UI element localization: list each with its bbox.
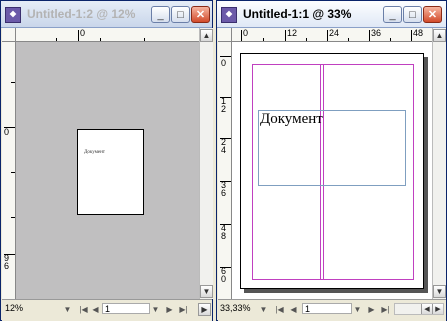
maximize-button[interactable]: □ [403, 6, 422, 23]
chevron-down-icon: ▼ [259, 305, 268, 314]
page-text: Документ [84, 150, 105, 155]
ruler-label: 0 [80, 28, 86, 38]
vertical-ruler[interactable]: 0 12 24 36 48 60 [218, 42, 232, 299]
horizontal-ruler[interactable]: 0 [16, 28, 199, 42]
zoom-dropdown[interactable]: ▼ [258, 304, 269, 315]
ruler-corner [2, 28, 16, 42]
zoom-field[interactable]: 12% [5, 303, 23, 314]
window-title: Untitled-1:1 @ 33% [243, 7, 352, 21]
ruler-label: 36 [371, 28, 382, 38]
page-number-field[interactable]: 1 [102, 303, 150, 314]
scroll-up-button[interactable]: ▲ [200, 29, 213, 42]
horizontal-scrollbar[interactable]: ◀ ▶ [394, 303, 444, 315]
zoom-field[interactable]: 33,33% [220, 303, 251, 314]
page-dropdown[interactable]: ▼ [150, 304, 161, 315]
scroll-right-button[interactable]: ▶ [198, 303, 211, 316]
zoom-dropdown[interactable]: ▼ [62, 304, 73, 315]
scroll-right-button[interactable]: ▶ [432, 304, 443, 314]
chevron-down-icon: ▼ [151, 305, 160, 314]
ruler-label: 0 [4, 127, 10, 137]
status-bar: 12% ▼ |◀ ◀ 1 ▼ ▶ ▶| ▶ [2, 299, 212, 321]
first-page-icon: |◀ [275, 305, 284, 314]
arrow-up-icon: ▲ [435, 31, 444, 40]
margin-guide-left [252, 64, 253, 280]
ruler-label: 60 [221, 266, 227, 284]
arrow-right-icon: ▶ [435, 306, 441, 313]
margin-guide-bottom [252, 279, 414, 280]
last-page-button[interactable]: ▶| [380, 304, 391, 315]
minimize-icon: _ [157, 8, 164, 21]
arrow-left-icon: ◀ [290, 305, 297, 314]
last-page-button[interactable]: ▶| [178, 304, 189, 315]
arrow-up-icon: ▲ [202, 31, 211, 40]
page-dropdown[interactable]: ▼ [352, 304, 363, 315]
vertical-scrollbar[interactable]: ▲ ▼ [199, 28, 213, 299]
scroll-up-button[interactable]: ▲ [433, 29, 446, 42]
close-icon: ✕ [195, 9, 206, 21]
maximize-button[interactable]: □ [171, 6, 190, 23]
margin-guide-top [252, 64, 414, 65]
ruler-label: 0 [243, 28, 249, 38]
minimize-icon: _ [389, 8, 396, 21]
chevron-down-icon: ▼ [63, 305, 72, 314]
close-button[interactable]: ✕ [423, 6, 442, 23]
page-text: Документ [260, 111, 323, 127]
arrow-down-icon: ▼ [202, 287, 211, 296]
first-page-button[interactable]: |◀ [274, 304, 285, 315]
ruler-label: 36 [221, 180, 227, 198]
arrow-right-icon: ▶ [368, 305, 375, 314]
document-page[interactable]: Документ [240, 53, 424, 289]
app-icon [221, 7, 237, 23]
ruler-label: 12 [287, 28, 298, 38]
pasteboard[interactable]: Документ [232, 42, 432, 299]
pasteboard[interactable]: Документ [16, 42, 199, 299]
vertical-scrollbar[interactable]: ▲ ▼ [432, 28, 446, 299]
maximize-icon: □ [409, 8, 416, 21]
vertical-ruler[interactable]: 0 96 [2, 42, 16, 299]
next-page-button[interactable]: ▶ [164, 304, 175, 315]
titlebar[interactable]: Untitled-1:1 @ 33% _ □ ✕ [217, 1, 446, 28]
arrow-down-icon: ▼ [435, 287, 444, 296]
arrow-right-icon: ▶ [166, 305, 173, 314]
close-button[interactable]: ✕ [191, 6, 210, 23]
last-page-icon: ▶| [179, 305, 188, 314]
previous-page-button[interactable]: ◀ [90, 304, 101, 315]
document-window-left[interactable]: Untitled-1:2 @ 12% _ □ ✕ 0 0 96 Документ… [0, 0, 213, 321]
minimize-button[interactable]: _ [383, 6, 402, 23]
arrow-right-icon: ▶ [201, 305, 208, 314]
close-icon: ✕ [427, 9, 438, 21]
horizontal-ruler[interactable]: 0 12 24 36 48 [232, 28, 432, 42]
page-number-field[interactable]: 1 [302, 303, 352, 314]
margin-guide-right [413, 64, 414, 280]
previous-page-button[interactable]: ◀ [288, 304, 299, 315]
chevron-down-icon: ▼ [353, 305, 362, 314]
first-page-icon: |◀ [79, 305, 88, 314]
ruler-corner [218, 28, 232, 42]
ruler-label: 24 [221, 137, 227, 155]
minimize-button[interactable]: _ [151, 6, 170, 23]
text-frame[interactable]: Документ [258, 110, 406, 186]
ruler-label: 24 [329, 28, 340, 38]
document-window-right[interactable]: Untitled-1:1 @ 33% _ □ ✕ 0 12 24 36 48 0… [216, 0, 447, 321]
arrow-left-icon: ◀ [92, 305, 99, 314]
ruler-label: 48 [221, 223, 227, 241]
scroll-left-button[interactable]: ◀ [421, 304, 432, 314]
app-icon [5, 7, 21, 23]
arrow-left-icon: ◀ [424, 306, 430, 313]
scroll-down-button[interactable]: ▼ [200, 285, 213, 298]
window-title: Untitled-1:2 @ 12% [27, 7, 136, 21]
document-page[interactable]: Документ [77, 129, 144, 215]
maximize-icon: □ [177, 8, 184, 21]
ruler-label: 96 [4, 253, 10, 271]
ruler-label: 48 [413, 28, 424, 38]
next-page-button[interactable]: ▶ [366, 304, 377, 315]
titlebar[interactable]: Untitled-1:2 @ 12% _ □ ✕ [1, 1, 212, 28]
scroll-down-button[interactable]: ▼ [433, 285, 446, 298]
first-page-button[interactable]: |◀ [78, 304, 89, 315]
status-bar: 33,33% ▼ |◀ ◀ 1 ▼ ▶ ▶| ◀ ▶ [218, 299, 446, 321]
ruler-label: 0 [221, 58, 227, 68]
last-page-icon: ▶| [381, 305, 390, 314]
ruler-label: 12 [221, 96, 227, 114]
